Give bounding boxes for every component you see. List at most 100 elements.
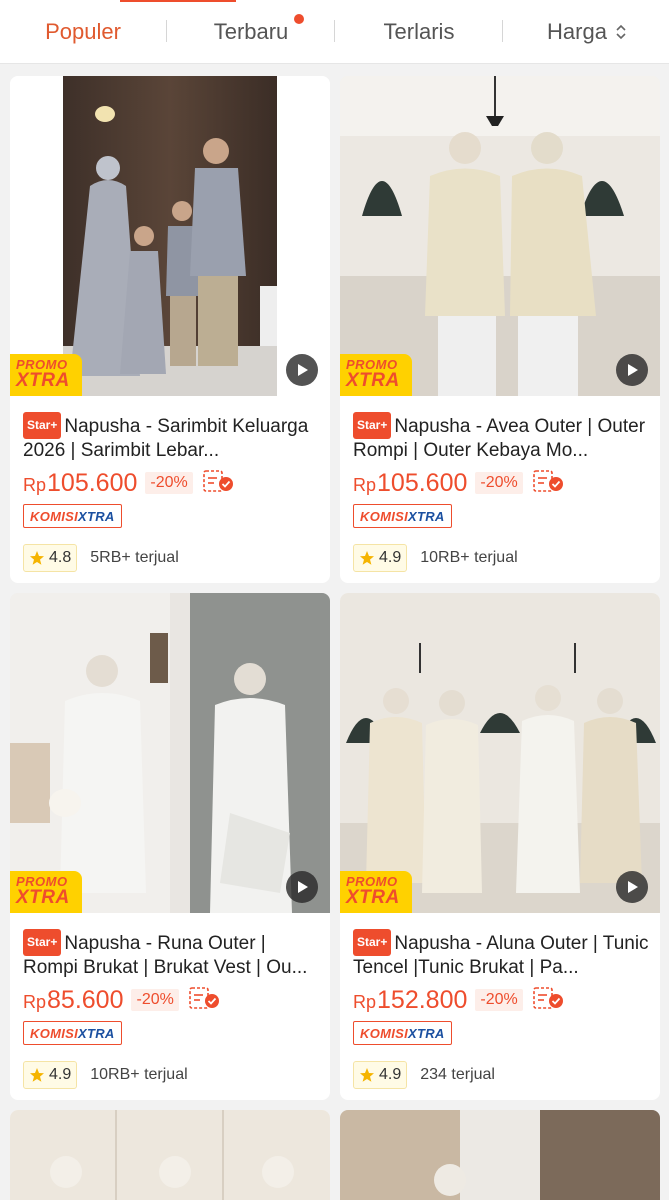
play-video-icon[interactable] [286, 871, 318, 903]
komisi-part1: KOMISI [30, 508, 79, 524]
komisi-part2: XTRA [408, 1025, 445, 1041]
sort-bar: Populer Terbaru Terlaris Harga [0, 0, 669, 64]
cod-check-icon [189, 986, 221, 1015]
product-stats: 4.9 10RB+ terjual [353, 544, 518, 572]
tab-terlaris-label: Terlaris [383, 19, 455, 44]
promo-xtra-badge: PROMO XTRA [10, 354, 82, 396]
promo-line2: XTRA [16, 370, 70, 391]
product-stats: 4.9 234 terjual [353, 1061, 495, 1089]
rating-badge: 4.8 [23, 544, 78, 572]
star-icon [29, 1067, 49, 1083]
promo-xtra-badge: PROMO XTRA [340, 354, 412, 396]
discount-badge: -20% [475, 472, 523, 494]
price-row: Rp 85.600 -20% [23, 985, 221, 1015]
komisi-part2: XTRA [78, 508, 115, 524]
tab-terlaris[interactable]: Terlaris [358, 0, 480, 64]
product-image[interactable]: PROMO XTRA [10, 76, 330, 396]
product-title: Star+ Napusha - Runa Outer | Rompi Brukat… [23, 929, 323, 977]
play-video-icon[interactable] [616, 354, 648, 386]
product-price: 152.800 [377, 985, 468, 1014]
product-card[interactable]: PROMO XTRA Star+ Napusha - Sarimbit Kelua… [10, 76, 330, 583]
star-icon [29, 550, 49, 566]
discount-badge: -20% [475, 989, 523, 1011]
rating-badge: 4.9 [353, 1061, 408, 1089]
product-stats: 4.8 5RB+ terjual [23, 544, 179, 572]
tab-harga[interactable]: Harga [524, 0, 650, 64]
sold-count: 234 terjual [420, 1066, 495, 1083]
sold-count: 10RB+ terjual [90, 1066, 188, 1083]
product-card[interactable]: PROMO XTRA Star+ Napusha - Avea Outer | O… [340, 76, 660, 583]
komisi-xtra-badge: KOMISI XTRA [23, 504, 122, 528]
star-plus-badge: Star+ [23, 929, 62, 956]
product-price: 105.600 [377, 468, 468, 497]
product-title: Star+ Napusha - Sarimbit Keluarga 2026 | … [23, 412, 323, 460]
tab-divider [166, 20, 167, 42]
promo-xtra-badge: PROMO XTRA [340, 871, 412, 913]
product-title-text: Napusha - Avea Outer | Outer Rompi | Out… [353, 416, 646, 460]
tab-divider [334, 20, 335, 42]
product-card[interactable]: PROMO XTRA Star+ Napusha - Aluna Outer | … [340, 593, 660, 1100]
star-icon [359, 550, 379, 566]
product-title-text: Napusha - Aluna Outer | Tunic Tencel |Tu… [353, 933, 649, 977]
promo-xtra-badge: PROMO XTRA [10, 871, 82, 913]
star-plus-badge: Star+ [23, 412, 62, 439]
star-plus-badge: Star+ [353, 929, 392, 956]
product-image[interactable] [340, 1110, 660, 1200]
product-price: 85.600 [47, 985, 124, 1014]
sold-count: 5RB+ terjual [90, 549, 179, 566]
product-card[interactable] [340, 1110, 660, 1200]
product-image[interactable] [10, 1110, 330, 1200]
cod-check-icon [202, 469, 235, 498]
rating-value: 4.9 [379, 549, 402, 566]
rating-value: 4.8 [49, 549, 72, 566]
discount-badge: -20% [145, 472, 193, 494]
price-row: Rp 152.800 -20% [353, 985, 565, 1015]
product-image[interactable]: PROMO XTRA [340, 593, 660, 913]
promo-line2: XTRA [16, 887, 70, 908]
komisi-part1: KOMISI [360, 1025, 409, 1041]
komisi-part1: KOMISI [360, 508, 409, 524]
product-price: 105.600 [47, 468, 138, 497]
rating-value: 4.9 [379, 1066, 402, 1083]
tab-terbaru-label: Terbaru [213, 19, 289, 44]
tab-terbaru[interactable]: Terbaru [190, 0, 312, 64]
new-indicator-dot [294, 14, 304, 24]
rating-value: 4.9 [49, 1066, 72, 1083]
discount-badge: -20% [131, 989, 179, 1011]
price-currency: Rp [353, 991, 377, 1012]
tab-harga-label: Harga [547, 19, 607, 44]
komisi-part2: XTRA [78, 1025, 115, 1041]
product-title: Star+ Napusha - Aluna Outer | Tunic Tence… [353, 929, 653, 977]
product-title-text: Napusha - Runa Outer | Rompi Brukat | Br… [23, 933, 308, 977]
tab-divider [502, 20, 503, 42]
product-title: Star+ Napusha - Avea Outer | Outer Rompi … [353, 412, 653, 460]
product-image[interactable]: PROMO XTRA [340, 76, 660, 396]
star-icon [359, 1067, 379, 1083]
promo-line2: XTRA [346, 370, 400, 391]
promo-line2: XTRA [346, 887, 400, 908]
product-card[interactable]: PROMO XTRA Star+ Napusha - Runa Outer | R… [10, 593, 330, 1100]
play-video-icon[interactable] [616, 871, 648, 903]
komisi-xtra-badge: KOMISI XTRA [23, 1021, 122, 1045]
komisi-part2: XTRA [408, 508, 445, 524]
rating-badge: 4.9 [23, 1061, 78, 1089]
cod-check-icon [532, 469, 565, 498]
komisi-part1: KOMISI [30, 1025, 79, 1041]
tab-populer-label: Populer [45, 19, 121, 44]
rating-badge: 4.9 [353, 544, 408, 572]
komisi-xtra-badge: KOMISI XTRA [353, 504, 452, 528]
product-stats: 4.9 10RB+ terjual [23, 1061, 188, 1089]
cod-check-icon [532, 986, 565, 1015]
price-row: Rp 105.600 -20% [23, 468, 235, 498]
product-card[interactable] [10, 1110, 330, 1200]
tab-populer[interactable]: Populer [20, 0, 146, 64]
product-image[interactable]: PROMO XTRA [10, 593, 330, 913]
price-currency: Rp [353, 474, 377, 495]
product-title-text: Napusha - Sarimbit Keluarga 2026 | Sarim… [23, 416, 309, 460]
play-video-icon[interactable] [286, 354, 318, 386]
sold-count: 10RB+ terjual [420, 549, 518, 566]
price-row: Rp 105.600 -20% [353, 468, 565, 498]
price-currency: Rp [23, 474, 47, 495]
star-plus-badge: Star+ [353, 412, 392, 439]
sort-updown-icon [615, 23, 627, 41]
